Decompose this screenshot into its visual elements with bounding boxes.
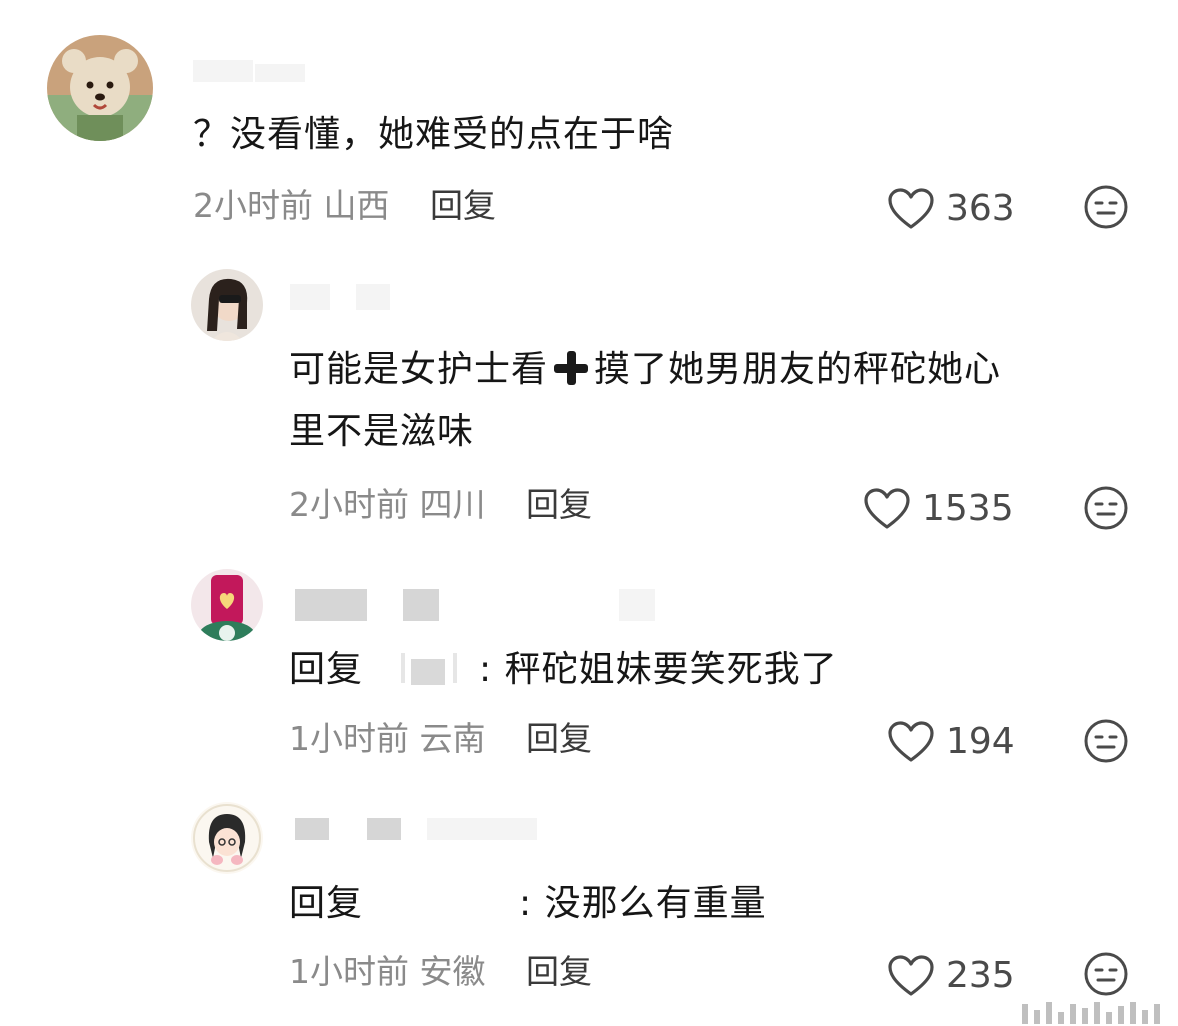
avatar[interactable] <box>191 269 263 341</box>
like-button[interactable]: 363 <box>888 188 1015 230</box>
comment-text: 可能是女护士看 摸了她男朋友的秤砣她心 里不是滋味 <box>289 349 1002 452</box>
comment-time: 2小时前 <box>193 186 313 225</box>
comment-text: 回复: 秤砣姐妹要笑死我了 <box>289 649 838 690</box>
reply-button[interactable]: 回复 <box>526 485 592 524</box>
drink-cup-icon <box>191 569 263 641</box>
cartoon-girl-icon <box>191 802 263 874</box>
reply-button[interactable]: 回复 <box>430 186 496 225</box>
dislike-button[interactable] <box>1083 718 1129 768</box>
watermark-barcode <box>1022 998 1172 1024</box>
comment-text: 回复: 没那么有重量 <box>289 883 767 924</box>
avatar[interactable] <box>47 35 153 141</box>
dislike-button[interactable] <box>1083 485 1129 535</box>
username-redacted[interactable] <box>295 818 540 848</box>
heart-icon <box>888 955 934 996</box>
comment-meta: 1小时前 云南 回复 <box>289 719 592 759</box>
comment-text: ？没看懂，她难受的点在于啥 <box>193 114 675 155</box>
username-redacted[interactable] <box>193 60 318 90</box>
reply-button[interactable]: 回复 <box>526 719 592 758</box>
meh-face-icon <box>1084 952 1128 996</box>
comment-meta: 2小时前 山西 回复 <box>193 186 496 226</box>
comment-time: 1小时前 <box>289 952 409 991</box>
comment-time: 2小时前 <box>289 485 409 524</box>
comment-location: 四川 <box>419 485 486 524</box>
like-count: 1535 <box>922 488 1014 529</box>
like-button[interactable]: 194 <box>888 721 1015 763</box>
dislike-button[interactable] <box>1083 951 1129 1001</box>
comment-location: 云南 <box>419 719 486 758</box>
comment-location: 安徽 <box>419 952 486 991</box>
reply-prefix: 回复 <box>289 649 364 690</box>
heart-icon <box>888 721 934 762</box>
mention-redacted[interactable] <box>371 885 511 919</box>
reply-prefix: 回复 <box>289 883 364 924</box>
girl-photo-icon <box>191 269 263 341</box>
meh-face-icon <box>1084 719 1128 763</box>
comment-meta: 1小时前 安徽 回复 <box>289 952 592 992</box>
like-count: 194 <box>946 721 1015 762</box>
avatar[interactable] <box>191 569 263 641</box>
like-button[interactable]: 235 <box>888 955 1015 997</box>
comment-time: 1小时前 <box>289 719 409 758</box>
meh-face-icon <box>1084 185 1128 229</box>
comment-location: 山西 <box>323 186 390 225</box>
username-redacted[interactable] <box>295 589 655 621</box>
teddy-bear-icon <box>47 35 153 141</box>
username-redacted[interactable] <box>290 284 400 314</box>
comment-meta: 2小时前 四川 回复 <box>289 485 592 525</box>
reply-button[interactable]: 回复 <box>526 952 592 991</box>
like-count: 363 <box>946 188 1015 229</box>
avatar[interactable] <box>191 802 263 874</box>
heart-icon <box>888 188 934 229</box>
heart-icon <box>864 488 910 529</box>
mention-redacted[interactable] <box>371 651 471 685</box>
meh-face-icon <box>1084 486 1128 530</box>
like-button[interactable]: 1535 <box>864 488 1014 530</box>
dislike-button[interactable] <box>1083 184 1129 234</box>
heavy-plus-emoji-icon <box>554 351 589 385</box>
like-count: 235 <box>946 955 1015 996</box>
